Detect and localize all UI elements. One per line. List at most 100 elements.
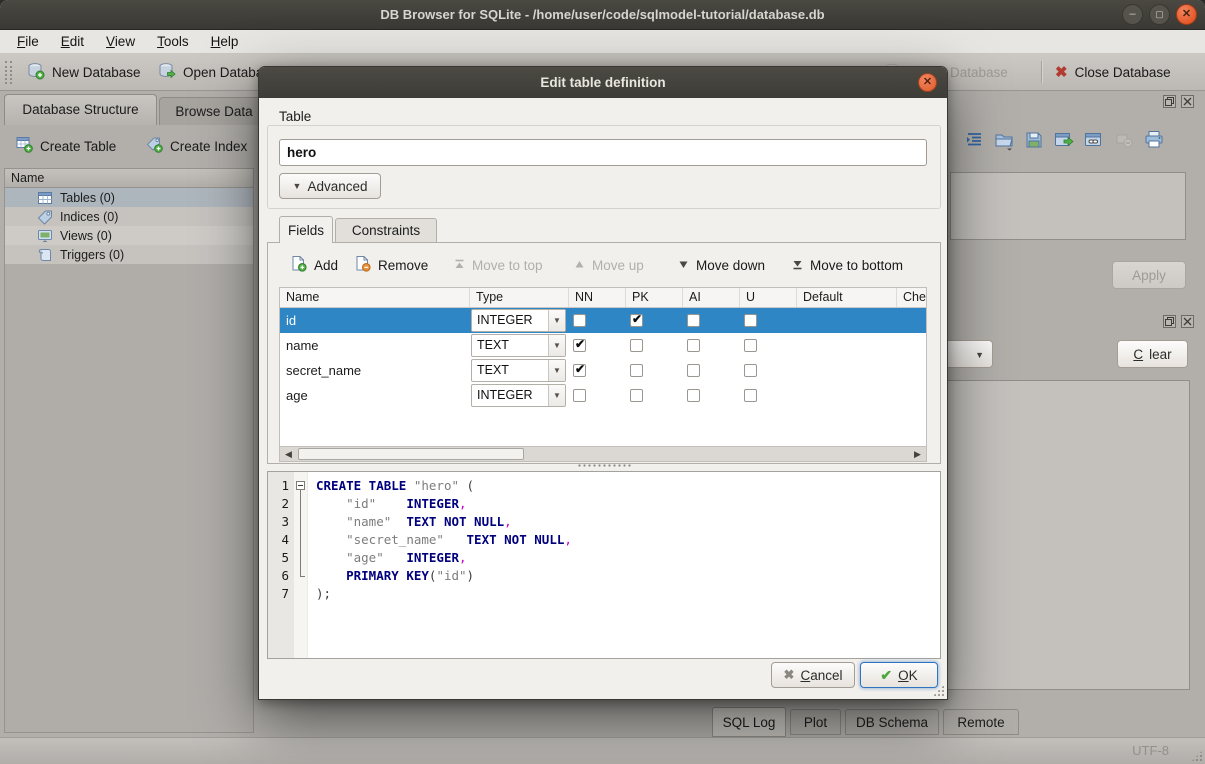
tree-item-views[interactable]: Views (0) xyxy=(5,226,253,245)
nn-checkbox[interactable] xyxy=(573,339,586,352)
tab-remote[interactable]: Remote xyxy=(943,709,1019,735)
check-cell[interactable] xyxy=(897,383,927,408)
field-name-cell[interactable]: id xyxy=(280,308,470,333)
new-database-button[interactable]: New Database xyxy=(22,58,146,86)
field-name-cell[interactable]: name xyxy=(280,333,470,358)
column-header-u[interactable]: U xyxy=(740,288,797,307)
check-cell[interactable] xyxy=(897,358,927,383)
ai-checkbox[interactable] xyxy=(687,364,700,377)
default-cell[interactable] xyxy=(797,308,897,333)
tab-db-schema[interactable]: DB Schema xyxy=(845,709,939,735)
type-combobox[interactable]: TEXT▼ xyxy=(471,334,566,357)
pk-checkbox[interactable] xyxy=(630,314,643,327)
create-index-button[interactable]: Create Index xyxy=(146,133,247,159)
type-combobox[interactable]: TEXT▼ xyxy=(471,359,566,382)
column-header-nn[interactable]: NN xyxy=(569,288,626,307)
save-file-icon[interactable] xyxy=(1022,127,1045,153)
field-row-id[interactable]: idINTEGER▼ xyxy=(280,308,926,333)
fold-collapse-icon[interactable] xyxy=(296,481,305,490)
tab-database-structure[interactable]: Database Structure xyxy=(4,94,157,125)
nn-checkbox[interactable] xyxy=(573,389,586,402)
type-combobox[interactable]: INTEGER▼ xyxy=(471,309,566,332)
move-to-top-button[interactable]: Move to top xyxy=(454,251,543,279)
create-table-button[interactable]: Create Table xyxy=(16,133,116,159)
menu-file[interactable]: File xyxy=(6,30,50,54)
nn-checkbox[interactable] xyxy=(573,314,586,327)
dialog-close-button[interactable]: ✕ xyxy=(918,73,937,92)
close-database-button[interactable]: ✖ Close Database xyxy=(1050,58,1176,86)
menu-help[interactable]: Help xyxy=(200,30,250,54)
remove-button[interactable]: Remove xyxy=(354,251,428,279)
tree-item-tables[interactable]: Tables (0) xyxy=(5,188,253,207)
type-combobox[interactable]: INTEGER▼ xyxy=(471,384,566,407)
check-cell[interactable] xyxy=(897,308,927,333)
dock-close-icon[interactable] xyxy=(1181,95,1194,108)
column-header-pk[interactable]: PK xyxy=(626,288,683,307)
print-icon[interactable] xyxy=(1142,127,1165,153)
ai-checkbox[interactable] xyxy=(687,339,700,352)
table-name-input[interactable] xyxy=(279,139,927,166)
pk-checkbox[interactable] xyxy=(630,364,643,377)
scroll-left-icon[interactable]: ◀ xyxy=(281,448,296,460)
minimize-button[interactable]: – xyxy=(1122,4,1143,25)
field-row-secret_name[interactable]: secret_nameTEXT▼ xyxy=(280,358,926,383)
move-to-bottom-button[interactable]: Move to bottom xyxy=(792,251,903,279)
default-cell[interactable] xyxy=(797,358,897,383)
default-cell[interactable] xyxy=(797,333,897,358)
cell-value-area[interactable] xyxy=(950,172,1186,240)
pk-checkbox[interactable] xyxy=(630,339,643,352)
check-cell[interactable] xyxy=(897,333,927,358)
nn-checkbox[interactable] xyxy=(573,364,586,377)
maximize-button[interactable]: ▢ xyxy=(1149,4,1170,25)
ok-button[interactable]: ✔ OK xyxy=(860,662,938,688)
u-checkbox[interactable] xyxy=(744,339,757,352)
fields-table-hscrollbar[interactable]: ◀ ▶ xyxy=(279,446,927,462)
default-cell[interactable] xyxy=(797,383,897,408)
field-name-cell[interactable]: age xyxy=(280,383,470,408)
ai-checkbox[interactable] xyxy=(687,314,700,327)
dock-float-icon[interactable] xyxy=(1163,95,1176,108)
u-checkbox[interactable] xyxy=(744,314,757,327)
field-row-name[interactable]: nameTEXT▼ xyxy=(280,333,926,358)
u-checkbox[interactable] xyxy=(744,389,757,402)
tab-sql-log[interactable]: SQL Log xyxy=(712,707,786,737)
toolbar-handle[interactable] xyxy=(5,61,12,84)
ai-checkbox[interactable] xyxy=(687,389,700,402)
window-close-button[interactable]: ✕ xyxy=(1176,4,1197,25)
menu-view[interactable]: View xyxy=(95,30,146,54)
tab-plot[interactable]: Plot xyxy=(790,709,841,735)
tree-item-indices[interactable]: Indices (0) xyxy=(5,207,253,226)
tree-item-triggers[interactable]: Triggers (0) xyxy=(5,245,253,264)
format-indent-icon[interactable] xyxy=(962,127,985,153)
clear-log-button[interactable]: Clear xyxy=(1117,340,1188,368)
u-checkbox[interactable] xyxy=(744,364,757,377)
move-up-button[interactable]: Move up xyxy=(574,251,644,279)
sql-preview-editor[interactable]: 1234567 CREATE TABLE "hero" ( "id" INTEG… xyxy=(267,471,941,659)
tab-browse-data[interactable]: Browse Data xyxy=(159,97,269,125)
tree-header-name[interactable]: Name xyxy=(5,169,253,188)
field-name-cell[interactable]: secret_name xyxy=(280,358,470,383)
column-header-ai[interactable]: AI xyxy=(683,288,740,307)
link-icon[interactable] xyxy=(1082,127,1105,153)
dock-close-icon[interactable] xyxy=(1181,315,1194,328)
sql-log-area[interactable] xyxy=(946,380,1190,690)
dock-float-icon[interactable] xyxy=(1163,315,1176,328)
column-header-type[interactable]: Type xyxy=(470,288,569,307)
menu-edit[interactable]: Edit xyxy=(50,30,95,54)
resize-grip[interactable] xyxy=(1191,750,1203,762)
advanced-button[interactable]: ▼ Advanced xyxy=(279,173,381,199)
column-header-default[interactable]: Default xyxy=(797,288,897,307)
column-header-check[interactable]: Check xyxy=(897,288,927,307)
pk-checkbox[interactable] xyxy=(630,389,643,402)
tab-constraints[interactable]: Constraints xyxy=(335,218,437,243)
field-row-age[interactable]: ageINTEGER▼ xyxy=(280,383,926,408)
scroll-right-icon[interactable]: ▶ xyxy=(910,448,925,460)
move-down-button[interactable]: Move down xyxy=(678,251,765,279)
column-header-name[interactable]: Name xyxy=(280,288,470,307)
menu-tools[interactable]: Tools xyxy=(146,30,200,54)
add-button[interactable]: Add xyxy=(290,251,338,279)
tab-fields[interactable]: Fields xyxy=(279,216,333,243)
cancel-button[interactable]: ✖ Cancel xyxy=(771,662,855,688)
apply-button[interactable]: Apply xyxy=(1112,261,1186,289)
export-icon[interactable] xyxy=(1052,127,1075,153)
